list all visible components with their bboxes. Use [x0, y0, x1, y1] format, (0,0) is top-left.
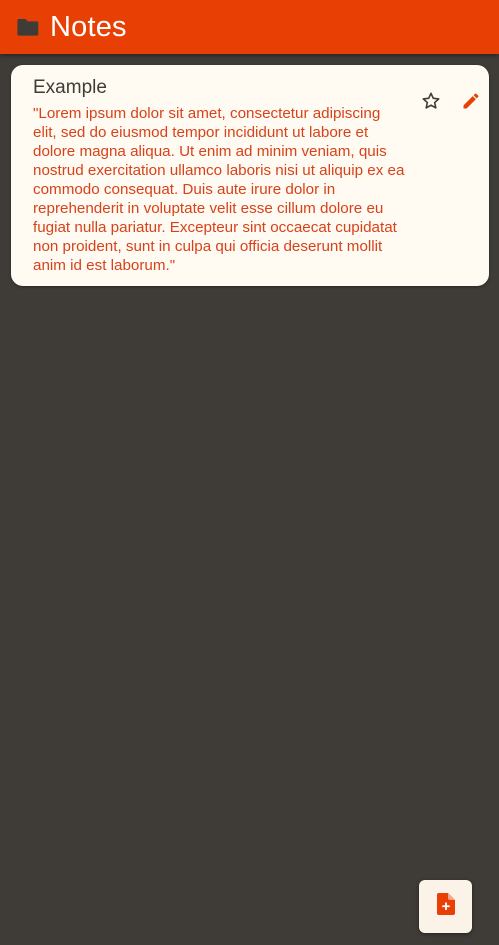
pencil-icon	[461, 91, 481, 116]
folder-icon	[17, 16, 39, 38]
add-note-icon	[436, 893, 455, 920]
add-note-button[interactable]	[419, 880, 472, 933]
favorite-button[interactable]	[419, 91, 443, 115]
star-outline-icon	[421, 91, 441, 116]
note-body: "Lorem ipsum dolor sit amet, consectetur…	[33, 105, 405, 274]
edit-button[interactable]	[459, 91, 483, 115]
app-title: Notes	[50, 11, 127, 43]
note-title: Example	[33, 77, 107, 98]
app-bar: Notes	[0, 0, 499, 54]
note-card[interactable]: Example "Lorem ipsum dolor sit amet, con…	[11, 65, 489, 286]
